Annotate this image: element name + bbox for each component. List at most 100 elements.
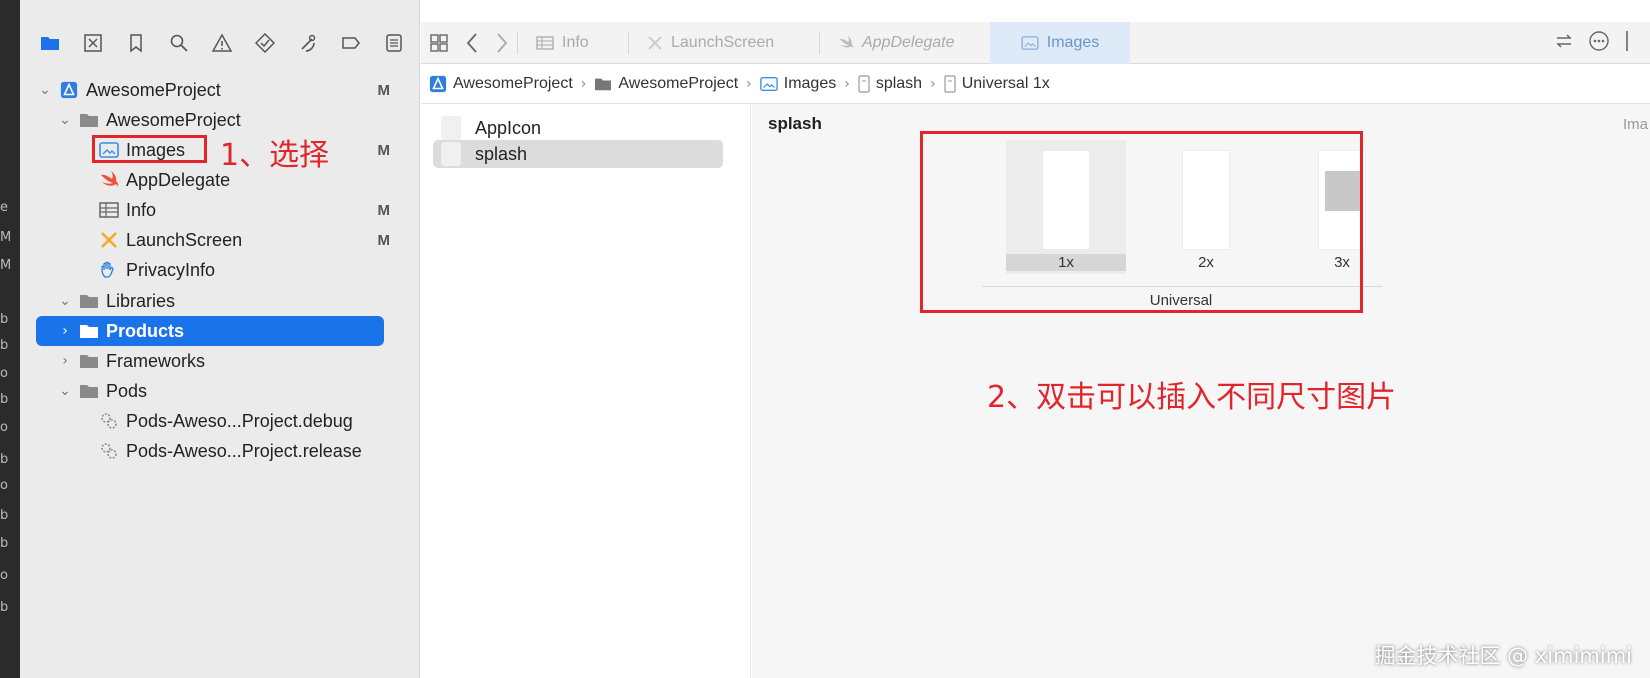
edge-letter: o (0, 568, 8, 583)
swift-icon (98, 170, 120, 190)
inspector-toggle-icon[interactable] (1624, 30, 1634, 57)
breadcrumb-label: AwesomeProject (618, 74, 739, 92)
tree-item-libraries[interactable]: ⌄ Libraries (20, 286, 420, 316)
asset-item-appicon[interactable]: AppIcon (433, 114, 723, 142)
tree-item-info[interactable]: Info M (20, 195, 420, 225)
search-icon[interactable] (161, 25, 196, 61)
editor-tab-bar: Info LaunchScreen AppDelegate Images (421, 21, 1650, 64)
edge-letter: b (0, 452, 9, 467)
asset-thumbnail (441, 142, 461, 166)
chevron-right-icon: › (930, 75, 936, 92)
edge-letter: b (0, 338, 9, 353)
edge-letter: o (0, 478, 8, 493)
asset-item-splash[interactable]: splash (433, 140, 723, 168)
tab-info[interactable]: Info (518, 22, 628, 64)
chevron-down-icon[interactable]: ⌄ (36, 82, 54, 98)
annotation-step1: 1、选择 (220, 138, 330, 173)
chevron-down-icon[interactable]: ⌄ (56, 112, 74, 128)
edge-letter: M (0, 258, 12, 273)
source-control-icon[interactable] (75, 25, 110, 61)
test-icon[interactable] (248, 25, 283, 61)
forward-chevron-icon[interactable] (487, 32, 517, 54)
watermark: 掘金技术社区 @ ximimimi (1374, 644, 1633, 668)
navigator-toolbar (20, 22, 420, 64)
asset-title: splash (768, 114, 822, 133)
tree-item-label: LaunchScreen (126, 229, 243, 250)
tree-item-products[interactable]: › Products (36, 316, 384, 346)
status-badge: M (377, 141, 391, 159)
edge-letter: e (0, 200, 8, 215)
breadcrumb-label: Images (783, 74, 837, 92)
chevron-down-icon[interactable]: ⌄ (56, 383, 74, 399)
jump-bar: AwesomeProject › AwesomeProject › Images… (421, 64, 1650, 104)
project-navigator: ⌄ AwesomeProject M ⌄ AwesomeProject Imag… (20, 0, 420, 678)
status-badge: M (377, 81, 391, 99)
grid-icon[interactable] (421, 33, 457, 53)
tree-item-label: AppDelegate (126, 169, 231, 190)
tree-item-frameworks[interactable]: › Frameworks (20, 346, 420, 376)
chevron-right-icon: › (844, 75, 850, 92)
folder-icon (78, 321, 100, 341)
chevron-down-icon[interactable]: ⌄ (56, 293, 74, 309)
tab-launchscreen[interactable]: LaunchScreen (629, 22, 819, 64)
tree-item-pods-debug[interactable]: Pods-Aweso...Project.debug (20, 406, 420, 436)
breadcrumb-item[interactable]: Universal 1x (944, 75, 1050, 93)
edge-letter: b (0, 600, 9, 615)
folder-icon (78, 351, 100, 371)
inspector-label: Ima (1622, 116, 1648, 133)
edge-letter: o (0, 366, 8, 381)
edge-letter: b (0, 312, 9, 327)
breadcrumb-item[interactable]: AwesomeProject (429, 75, 573, 93)
swap-arrows-icon[interactable] (1554, 31, 1574, 56)
tree-item-privacyinfo[interactable]: PrivacyInfo (20, 255, 420, 285)
tree-item-label: Products (106, 320, 185, 341)
tree-item-label: Pods-Aweso...Project.release (126, 440, 362, 461)
tree-item-label: AwesomeProject (106, 109, 241, 130)
folder-icon[interactable] (32, 25, 67, 61)
status-badge: M (377, 201, 391, 219)
debug-icon[interactable] (291, 25, 326, 61)
editor-right-tools (1554, 22, 1634, 64)
tab-appdelegate[interactable]: AppDelegate (820, 22, 990, 64)
tree-item-label: Frameworks (106, 350, 206, 371)
swift-icon (838, 35, 854, 50)
breadcrumb-label: Universal 1x (961, 74, 1050, 92)
breadcrumb-item[interactable]: Images (759, 74, 837, 93)
tree-item-label: AwesomeProject (86, 79, 221, 100)
back-chevron-icon[interactable] (457, 32, 487, 54)
tree-item-label: Pods (106, 380, 148, 401)
asset-catalog-icon (759, 76, 778, 92)
folder-icon (78, 291, 100, 311)
tree-item-label: PrivacyInfo (126, 259, 216, 280)
breadcrumb-item[interactable]: splash (858, 75, 922, 93)
tree-item-pods-release[interactable]: Pods-Aweso...Project.release (20, 436, 420, 466)
config-gear-icon (98, 411, 120, 431)
folder-icon (78, 110, 100, 130)
tree-item-label: Info (126, 199, 157, 220)
more-options-icon[interactable] (1588, 30, 1610, 57)
config-gear-icon (98, 441, 120, 461)
file-icon (858, 74, 870, 93)
tree-item-launchscreen[interactable]: LaunchScreen M (20, 225, 420, 255)
asset-label: AppIcon (475, 117, 542, 138)
tab-label: LaunchScreen (671, 33, 775, 51)
breadcrumb-label: splash (875, 74, 923, 92)
editor-area: Info LaunchScreen AppDelegate Images Awe… (421, 0, 1650, 678)
tree-item-project[interactable]: ⌄ AwesomeProject M (20, 75, 420, 105)
folder-icon (78, 381, 100, 401)
report-icon[interactable] (377, 25, 412, 61)
warning-icon[interactable] (204, 25, 239, 61)
tab-images[interactable]: Images (990, 21, 1130, 64)
tab-label: AppDelegate (862, 33, 955, 51)
chevron-right-icon[interactable]: › (56, 353, 74, 369)
background-window-edge: e M M b b o b o b o b b o b (0, 0, 20, 678)
status-badge: M (377, 231, 391, 249)
plist-icon (536, 35, 554, 50)
asset-thumbnail (441, 116, 461, 140)
plist-icon (98, 200, 120, 220)
bookmark-icon[interactable] (118, 25, 153, 61)
chevron-right-icon[interactable]: › (56, 323, 74, 339)
breakpoint-icon[interactable] (334, 25, 369, 61)
breadcrumb-item[interactable]: AwesomeProject (594, 75, 738, 93)
tree-item-pods[interactable]: ⌄ Pods (20, 376, 420, 406)
